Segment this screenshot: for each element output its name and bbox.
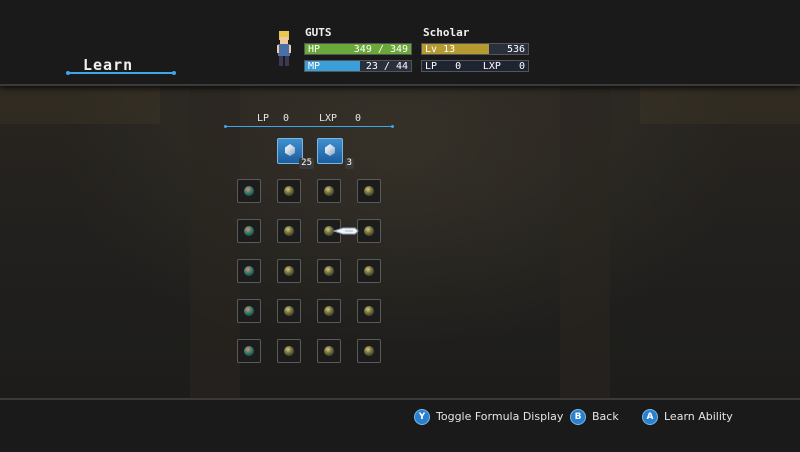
back-button[interactable]: B Back <box>570 409 619 425</box>
job-lp: LP 0 <box>425 61 462 72</box>
ability-orb-icon <box>364 306 374 316</box>
ability-orb-icon <box>364 266 374 276</box>
ability-orb-icon <box>324 306 334 316</box>
a-button-icon: A <box>642 409 658 425</box>
ability-slot[interactable] <box>237 299 261 323</box>
ability-orb-icon <box>324 186 334 196</box>
ability-orb-icon <box>284 266 294 276</box>
ability-slot[interactable] <box>317 259 341 283</box>
ability-orb-icon <box>244 186 254 196</box>
ability-slot[interactable] <box>277 179 301 203</box>
background-scene <box>0 84 800 400</box>
ability-orb-icon <box>364 226 374 236</box>
ability-orb-icon <box>284 186 294 196</box>
ability-slot[interactable] <box>317 299 341 323</box>
pointer-hand-icon <box>333 227 359 235</box>
hp-value: 349 / 349 <box>353 44 408 55</box>
ability-slot[interactable] <box>237 219 261 243</box>
panel-lp-value: 0 <box>283 113 290 124</box>
y-button-icon: Y <box>414 409 430 425</box>
job-exp-to-next: 536 <box>506 44 525 55</box>
background-pillar <box>560 84 610 400</box>
mp-bar: MP 23 / 44 <box>304 60 412 72</box>
hp-label: HP <box>308 44 321 55</box>
ability-slot[interactable] <box>357 259 381 283</box>
ability-orb-icon <box>284 306 294 316</box>
crystal-icon <box>285 144 295 156</box>
ability-slot[interactable] <box>277 219 301 243</box>
job-points-bar: LP 0 LXP 0 <box>421 60 529 72</box>
crystal-count: 25 <box>299 158 314 169</box>
crystal-item-1[interactable]: 25 <box>277 138 314 169</box>
hp-bar: HP 349 / 349 <box>304 43 412 55</box>
job-level: Lv 13 <box>425 44 456 55</box>
panel-lp-label: LP <box>257 113 270 124</box>
crystal-icon <box>325 144 335 156</box>
panel-lxp-label: LXP <box>319 113 338 124</box>
ability-slot[interactable] <box>237 179 261 203</box>
ability-slot[interactable] <box>237 259 261 283</box>
ability-orb-icon <box>284 346 294 356</box>
ability-orb-icon <box>364 346 374 356</box>
ability-slot[interactable] <box>317 179 341 203</box>
crystal-item-2[interactable]: 3 <box>317 138 354 169</box>
ability-orb-icon <box>244 346 254 356</box>
toggle-formula-label: Toggle Formula Display <box>436 410 564 423</box>
bottom-bar <box>0 398 800 452</box>
job-lxp: LXP 0 <box>482 61 525 72</box>
learn-ability-button[interactable]: A Learn Ability <box>642 409 733 425</box>
ability-slot[interactable] <box>317 339 341 363</box>
learn-ability-label: Learn Ability <box>664 410 733 423</box>
ability-slot[interactable] <box>357 299 381 323</box>
top-bar: Learn GUTS HP 349 / 349 MP 23 / 44 Schol… <box>0 0 800 86</box>
ability-orb-icon <box>324 346 334 356</box>
ability-orb-icon <box>244 226 254 236</box>
ability-slot[interactable] <box>277 299 301 323</box>
ability-orb-icon <box>324 266 334 276</box>
ability-slot[interactable] <box>277 259 301 283</box>
b-button-icon: B <box>570 409 586 425</box>
job-name: Scholar <box>423 26 470 39</box>
title-underline <box>66 71 176 75</box>
background-shelf <box>0 84 160 124</box>
ability-orb-icon <box>364 186 374 196</box>
back-label: Back <box>592 410 619 423</box>
ability-slot[interactable] <box>357 179 381 203</box>
ability-slot[interactable] <box>277 339 301 363</box>
toggle-formula-button[interactable]: Y Toggle Formula Display <box>414 409 563 425</box>
background-shelf <box>640 84 800 124</box>
ability-slot[interactable] <box>357 219 381 243</box>
ability-slot[interactable] <box>237 339 261 363</box>
crystal-count: 3 <box>344 158 354 169</box>
character-name: GUTS <box>305 26 332 39</box>
ability-orb-icon <box>244 306 254 316</box>
job-level-bar: Lv 13 536 <box>421 43 529 55</box>
mp-label: MP <box>308 61 321 72</box>
ability-slot[interactable] <box>357 339 381 363</box>
background-pillar <box>190 84 240 400</box>
ability-orb-icon <box>284 226 294 236</box>
mp-value: 23 / 44 <box>365 61 408 72</box>
character-portrait-icon <box>277 31 291 66</box>
panel-lp-header: LP 0 LXP 0 <box>225 113 393 127</box>
panel-divider <box>224 125 394 128</box>
panel-lxp-value: 0 <box>355 113 362 124</box>
ability-orb-icon <box>244 266 254 276</box>
